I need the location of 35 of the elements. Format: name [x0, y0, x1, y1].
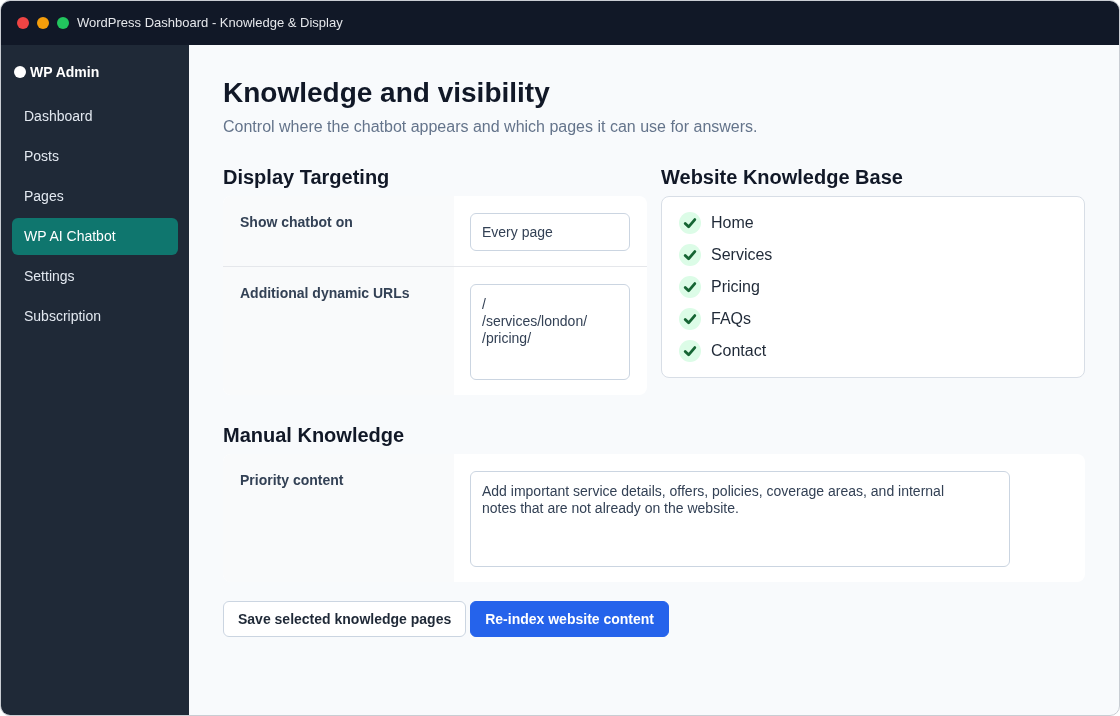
sidebar-item[interactable]: Subscription [12, 298, 178, 335]
window-title: WordPress Dashboard - Knowledge & Display [77, 14, 343, 33]
save-button[interactable]: Save selected knowledge pages [223, 601, 467, 637]
page-name: Services [711, 245, 773, 265]
page-name: Home [711, 213, 754, 233]
dot-icon [14, 66, 26, 78]
maximize-icon[interactable] [57, 17, 69, 29]
page-subtitle: Control where the chatbot appears and which pages it can use for answers. [223, 117, 759, 137]
close-icon[interactable] [17, 17, 29, 29]
section-heading: Manual Knowledge [223, 423, 406, 447]
sidebar-item[interactable]: WP AI Chatbot [12, 218, 178, 255]
check-icon[interactable] [679, 212, 701, 234]
check-icon[interactable] [679, 276, 701, 298]
section-heading: Website Knowledge Base [661, 165, 904, 189]
field-label: Additional dynamic URLs [223, 267, 454, 395]
sidebar-item[interactable]: Settings [12, 258, 178, 295]
page-name: FAQs [711, 309, 751, 329]
check-icon[interactable] [679, 244, 701, 266]
sidebar-item[interactable]: Posts [12, 138, 178, 175]
text-area[interactable]: Add important service details, offers, policies, coverage areas, and internal notes that are not already on the website. [470, 471, 1010, 567]
page-title: Knowledge and visibility [223, 76, 551, 110]
page-name: Contact [711, 341, 767, 361]
check-icon[interactable] [679, 308, 701, 330]
field-label: Priority content [223, 454, 454, 582]
section-heading: Display Targeting [223, 165, 391, 189]
sidebar-item[interactable]: Dashboard [12, 98, 178, 135]
field-label: Show chatbot on [223, 196, 454, 266]
page-name: Pricing [711, 277, 760, 297]
text-area[interactable]: / /services/london/ /pricing/ [470, 284, 630, 380]
reindex-button[interactable]: Re-index website content [470, 601, 670, 637]
sidebar-item[interactable]: Pages [12, 178, 178, 215]
text-field[interactable]: Every page [470, 213, 630, 251]
check-icon[interactable] [679, 340, 701, 362]
minimize-icon[interactable] [37, 17, 49, 29]
brand-name: WP Admin [30, 63, 100, 82]
